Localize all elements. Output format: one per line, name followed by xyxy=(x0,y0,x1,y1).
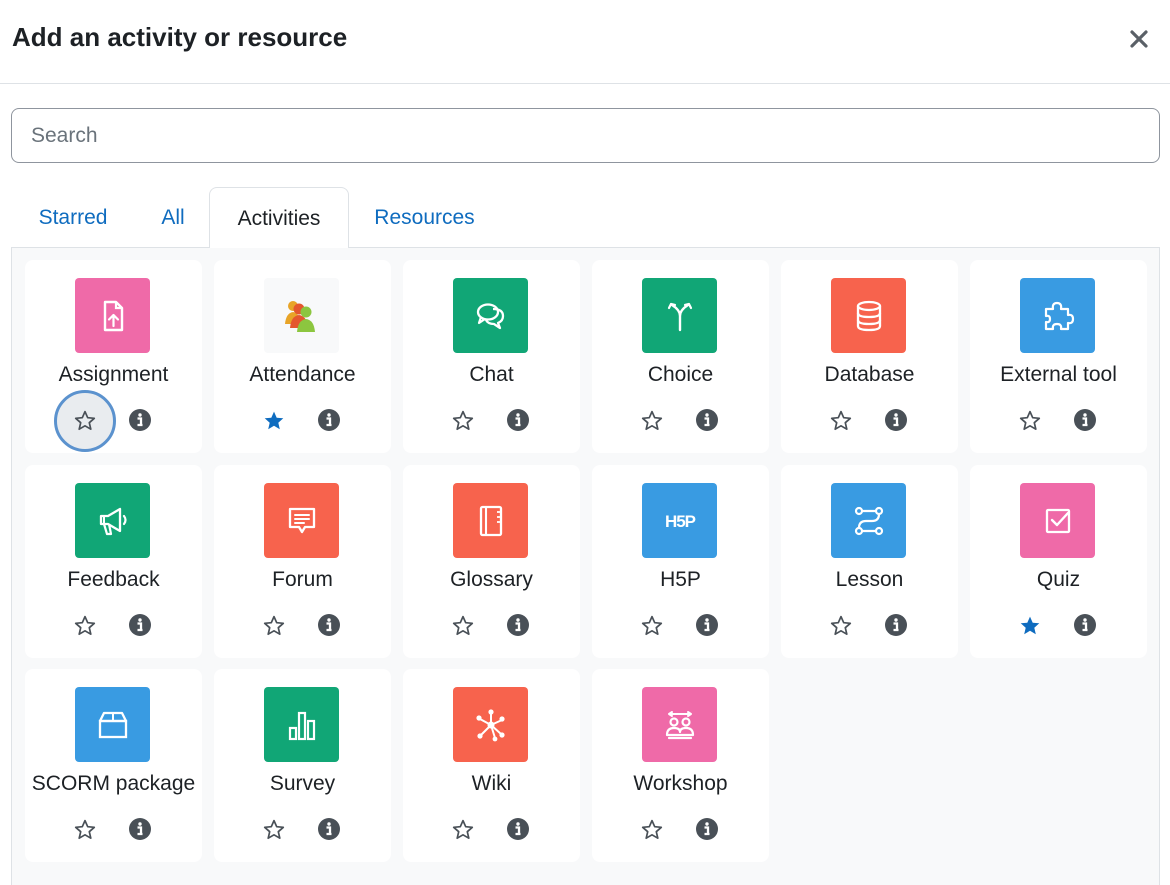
star-icon[interactable] xyxy=(810,390,872,452)
puzzle-icon xyxy=(1020,278,1095,353)
activity-name: Chat xyxy=(469,363,514,386)
quiz-icon xyxy=(1020,483,1095,558)
close-icon xyxy=(1130,30,1148,48)
star-icon[interactable] xyxy=(243,799,305,861)
info-icon[interactable] xyxy=(884,613,908,637)
activity-card-choice[interactable]: Choice xyxy=(592,260,769,453)
activity-card-scorm-package[interactable]: SCORM package xyxy=(25,669,202,862)
tab-starred[interactable]: Starred xyxy=(24,187,122,248)
star-icon[interactable] xyxy=(432,799,494,861)
activity-name: SCORM package xyxy=(31,772,196,795)
assignment-icon xyxy=(75,278,150,353)
choice-icon xyxy=(642,278,717,353)
activity-name: Quiz xyxy=(1036,568,1081,591)
star-filled-icon[interactable] xyxy=(999,595,1061,657)
activity-card-feedback[interactable]: Feedback xyxy=(25,465,202,658)
star-icon[interactable] xyxy=(243,595,305,657)
activity-name: Assignment xyxy=(58,363,169,386)
megaphone-icon xyxy=(75,483,150,558)
info-icon[interactable] xyxy=(1073,408,1097,432)
activity-name: Lesson xyxy=(835,568,904,591)
info-icon[interactable] xyxy=(506,408,530,432)
info-icon[interactable] xyxy=(506,613,530,637)
star-icon[interactable] xyxy=(810,595,872,657)
attendance-icon xyxy=(264,278,339,353)
activity-card-quiz[interactable]: Quiz xyxy=(970,465,1147,658)
activity-card-database[interactable]: Database xyxy=(781,260,958,453)
activity-name: Feedback xyxy=(67,568,160,591)
tab-all[interactable]: All xyxy=(148,187,198,248)
activity-card-chat[interactable]: Chat xyxy=(403,260,580,453)
star-icon[interactable] xyxy=(54,390,116,452)
activity-card-wiki[interactable]: Wiki xyxy=(403,669,580,862)
info-icon[interactable] xyxy=(317,613,341,637)
activity-name: H5P xyxy=(660,568,701,591)
activity-name: Database xyxy=(824,363,915,386)
info-icon[interactable] xyxy=(695,817,719,841)
workshop-icon xyxy=(642,687,717,762)
info-icon[interactable] xyxy=(128,408,152,432)
star-icon[interactable] xyxy=(54,799,116,861)
search-input[interactable] xyxy=(12,109,1159,162)
star-icon[interactable] xyxy=(54,595,116,657)
modal-title: Add an activity or resource xyxy=(12,22,348,52)
database-icon xyxy=(831,278,906,353)
info-icon[interactable] xyxy=(128,817,152,841)
star-icon[interactable] xyxy=(621,390,683,452)
info-icon[interactable] xyxy=(884,408,908,432)
search-box xyxy=(11,108,1160,163)
activity-card-attendance[interactable]: Attendance xyxy=(214,260,391,453)
info-icon[interactable] xyxy=(128,613,152,637)
tab-bar: Starred All Activities Resources xyxy=(11,187,1160,249)
book-icon xyxy=(453,483,528,558)
activity-name: Choice xyxy=(647,363,714,386)
activity-card-external-tool[interactable]: External tool xyxy=(970,260,1147,453)
activity-name: Wiki xyxy=(471,772,512,795)
info-icon[interactable] xyxy=(695,613,719,637)
info-icon[interactable] xyxy=(317,817,341,841)
bar-chart-icon xyxy=(264,687,339,762)
activity-card-lesson[interactable]: Lesson xyxy=(781,465,958,658)
info-icon[interactable] xyxy=(695,408,719,432)
tab-activities[interactable]: Activities xyxy=(209,187,349,249)
activity-name: Forum xyxy=(272,568,333,591)
activity-name: Workshop xyxy=(633,772,728,795)
activity-name: Attendance xyxy=(249,363,356,386)
star-icon[interactable] xyxy=(432,595,494,657)
activities-panel: Assignment Attendance Chat Choice Database Ex… xyxy=(11,248,1160,885)
activity-card-forum[interactable]: Forum xyxy=(214,465,391,658)
activity-card-workshop[interactable]: Workshop xyxy=(592,669,769,862)
activity-name: External tool xyxy=(1000,363,1117,386)
chat-icon xyxy=(453,278,528,353)
star-icon[interactable] xyxy=(621,799,683,861)
activity-card-survey[interactable]: Survey xyxy=(214,669,391,862)
tab-resources[interactable]: Resources xyxy=(364,187,485,248)
h5p-icon: H5P xyxy=(642,483,717,558)
activity-card-assignment[interactable]: Assignment xyxy=(25,260,202,453)
package-icon xyxy=(75,687,150,762)
info-icon[interactable] xyxy=(1073,613,1097,637)
close-button[interactable] xyxy=(1124,24,1154,54)
network-icon xyxy=(453,687,528,762)
activity-card-h5p[interactable]: H5P H5P xyxy=(592,465,769,658)
modal-header: Add an activity or resource xyxy=(0,0,1170,84)
star-filled-icon[interactable] xyxy=(243,390,305,452)
star-icon[interactable] xyxy=(432,390,494,452)
info-icon[interactable] xyxy=(317,408,341,432)
activity-name: Survey xyxy=(269,772,336,795)
svg-text:H5P: H5P xyxy=(664,512,695,531)
lesson-icon xyxy=(831,483,906,558)
info-icon[interactable] xyxy=(506,817,530,841)
activity-card-glossary[interactable]: Glossary xyxy=(403,465,580,658)
activity-name: Glossary xyxy=(450,568,533,591)
forum-icon xyxy=(264,483,339,558)
star-icon[interactable] xyxy=(621,595,683,657)
star-icon[interactable] xyxy=(999,390,1061,452)
